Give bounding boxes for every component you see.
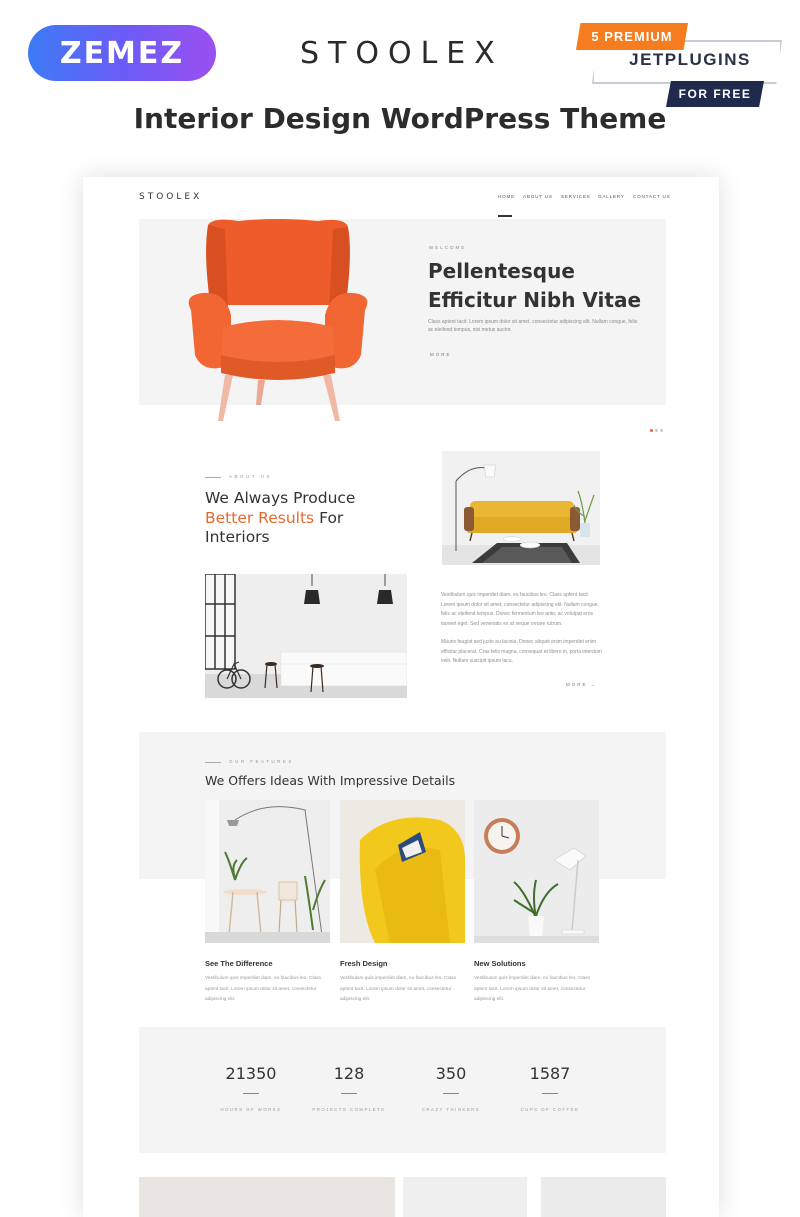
gallery-image[interactable] xyxy=(403,1177,527,1217)
feature-text-3: Vestibulum quis imperdiet diam, eu fauci… xyxy=(474,976,590,1002)
gallery-image[interactable] xyxy=(139,1177,395,1217)
stats-background xyxy=(139,1027,666,1153)
about-title-line1: We Always Produce xyxy=(205,489,356,507)
feature-image-yellow-chair[interactable] xyxy=(340,800,465,943)
about-eyebrow-line xyxy=(205,477,221,478)
premium-badge: 5 PREMIUM xyxy=(576,23,688,50)
stat-projects-value: 128 xyxy=(333,1064,365,1083)
stat-hours-value: 21350 xyxy=(225,1064,277,1083)
about-title-line2: Better Results For xyxy=(205,509,405,529)
nav-services[interactable]: SERVICES xyxy=(561,194,591,199)
kitchen-image xyxy=(205,574,407,698)
about-title-accent: Better Results xyxy=(205,508,315,527)
stat-projects-label: PROJECTS COMPLETE xyxy=(312,1107,386,1112)
promo-title: Interior Design WordPress Theme xyxy=(133,102,667,135)
site-logo[interactable]: STOOLEX xyxy=(139,192,202,202)
nav-home[interactable]: HOME xyxy=(498,194,515,199)
feature-image-desk-lamp[interactable] xyxy=(474,800,599,943)
feature-text-1: Vestibulum quis imperdiet diam, eu fauci… xyxy=(205,976,321,1002)
jetplugins-label: JETPLUGINS xyxy=(629,50,751,69)
features-title: We Offers Ideas With Impressive Details xyxy=(205,773,456,788)
stat-coffee-label: CUPS OF COFFEE xyxy=(520,1107,580,1112)
stat-coffee-value: 1587 xyxy=(529,1064,571,1083)
about-paragraph-2: Mauris feugiat sed justo eu lacinia. Don… xyxy=(441,639,602,664)
armchair-image xyxy=(188,219,368,421)
about-more-link[interactable]: MORE → xyxy=(566,682,597,687)
about-eyebrow: ABOUT US xyxy=(229,474,272,479)
nav-contact-us[interactable]: CONTACT US xyxy=(633,194,670,199)
about-title-line2-rest: For xyxy=(319,508,344,527)
feature-title-3: New Solutions xyxy=(474,959,526,968)
stat-thinkers-label: CRAZY THINKERS xyxy=(421,1107,481,1112)
feature-image-dining[interactable] xyxy=(205,800,330,943)
slider-dot-active[interactable] xyxy=(650,429,653,432)
yellow-sofa-image xyxy=(442,451,600,565)
stat-divider xyxy=(542,1093,558,1094)
feature-title-2: Fresh Design xyxy=(340,959,388,968)
hero-more-link[interactable]: MORE xyxy=(430,352,452,357)
feature-text-2: Vestibulum quis imperdiet diam, eu fauci… xyxy=(340,976,456,1002)
about-title-line3: Interiors xyxy=(205,528,270,546)
nav-active-indicator xyxy=(498,215,512,217)
hero-eyebrow: WELCOME xyxy=(429,245,467,250)
features-eyebrow: OUR FEATURES xyxy=(229,759,294,764)
stat-divider xyxy=(243,1093,259,1094)
feature-title-1: See The Difference xyxy=(205,959,273,968)
theme-preview: STOOLEX HOME ABOUT US SERVICES GALLERY C… xyxy=(83,177,719,1217)
stat-hours-label: HOURS OF WORKS xyxy=(220,1107,282,1112)
nav-gallery[interactable]: GALLERY xyxy=(598,194,625,199)
gallery-image[interactable] xyxy=(541,1177,666,1217)
brand-title: STOOLEX xyxy=(300,36,504,71)
nav-about-us[interactable]: ABOUT US xyxy=(523,194,553,199)
zemez-logo[interactable]: ZEMEZ xyxy=(28,25,216,81)
slider-dot[interactable] xyxy=(655,429,658,432)
stat-divider xyxy=(443,1093,459,1094)
hero-description: Class aptent tacit. Lorem ipsum dolor si… xyxy=(428,319,638,333)
hero-title: Pellentesque Efficitur Nibh Vitae xyxy=(428,259,642,312)
about-title: We Always Produce Better Results For Int… xyxy=(205,489,405,548)
features-eyebrow-line xyxy=(205,762,221,763)
about-paragraph-1: Vestibulum quis imperdiet diam, eu fauci… xyxy=(441,592,599,627)
stat-divider xyxy=(341,1093,357,1094)
slider-dot[interactable] xyxy=(660,429,663,432)
stat-thinkers-value: 350 xyxy=(435,1064,467,1083)
